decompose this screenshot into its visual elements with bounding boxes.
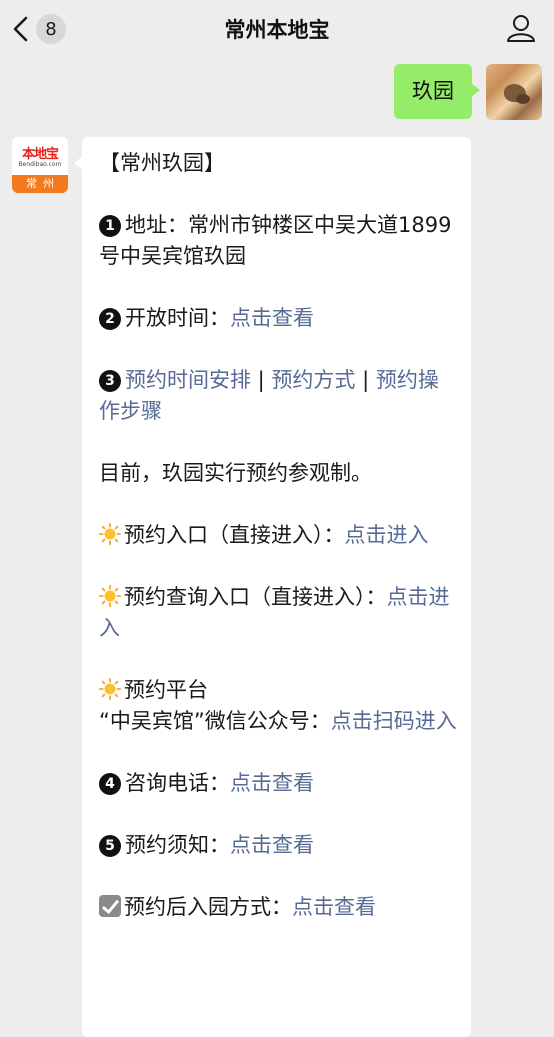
platform-label: 预约平台 <box>124 678 208 702</box>
phone-link[interactable]: 点击查看 <box>230 771 314 795</box>
number-1-icon: 1 <box>99 215 121 237</box>
hours-item: 2 开放时间：点击查看 <box>99 303 457 334</box>
top-bar: 8 常州本地宝 <box>0 0 554 58</box>
entry-label: 预约入口（直接进入）： <box>124 523 345 547</box>
address-item: 1 地址：常州市钟楼区中吴大道1899号中吴宾馆玖园 <box>99 210 457 272</box>
separator: | <box>355 368 376 392</box>
incoming-bubble: 【常州玖园】 1 地址：常州市钟楼区中吴大道1899号中吴宾馆玖园 2 开放时间：点… <box>74 137 471 1037</box>
number-3-icon: 3 <box>99 370 121 392</box>
admission-item: 预约后入园方式：点击查看 <box>99 892 457 923</box>
entry-item: 预约入口（直接进入）：点击进入 <box>99 520 457 551</box>
profile-button[interactable] <box>506 13 536 47</box>
sun-icon <box>99 678 121 700</box>
sun-icon <box>99 585 121 607</box>
reservation-links-item: 3 预约时间安排 | 预约方式 | 预约操作步骤 <box>99 365 457 427</box>
message-title: 【常州玖园】 <box>99 151 225 175</box>
admission-link[interactable]: 点击查看 <box>292 895 376 919</box>
checkbox-icon <box>99 895 121 917</box>
number-2-icon: 2 <box>99 308 121 330</box>
hours-link[interactable]: 点击查看 <box>230 306 314 330</box>
address-label: 地址： <box>125 213 188 237</box>
rules-label: 预约须知： <box>125 833 230 857</box>
schedule-link[interactable]: 预约时间安排 <box>125 368 251 392</box>
avatar-brand-url: Bendibao.com <box>18 161 62 168</box>
user-avatar[interactable] <box>486 64 542 120</box>
number-4-icon: 4 <box>99 773 121 795</box>
number-5-icon: 5 <box>99 835 121 857</box>
outgoing-bubble[interactable]: 玖园 <box>394 64 480 119</box>
sun-icon <box>99 523 121 545</box>
rules-item: 5 预约须知：点击查看 <box>99 830 457 861</box>
avatar-brand-name: 本地宝 <box>21 147 59 162</box>
platform-item: 预约平台 “中吴宾馆”微信公众号：点击扫码进入 <box>99 675 457 737</box>
phone-item: 4 咨询电话：点击查看 <box>99 768 457 799</box>
hours-label: 开放时间： <box>125 306 230 330</box>
rules-link[interactable]: 点击查看 <box>230 833 314 857</box>
platform-link[interactable]: 点击扫码进入 <box>331 709 457 733</box>
admission-label: 预约后入园方式： <box>124 895 292 919</box>
entry-link[interactable]: 点击进入 <box>345 523 429 547</box>
query-label: 预约查询入口（直接进入）： <box>124 585 387 609</box>
separator: | <box>251 368 272 392</box>
notice-text: 目前，玖园实行预约参观制。 <box>99 461 372 485</box>
avatar-city-label: 常州 <box>12 175 68 193</box>
outgoing-message: 玖园 <box>394 64 542 120</box>
official-account-avatar[interactable]: 本地宝 Bendibao.com 常州 <box>12 137 68 193</box>
query-item: 预约查询入口（直接进入）：点击进入 <box>99 582 457 644</box>
platform-detail: “中吴宾馆”微信公众号： <box>99 709 331 733</box>
phone-label: 咨询电话： <box>125 771 230 795</box>
method-link[interactable]: 预约方式 <box>271 368 355 392</box>
chat-title: 常州本地宝 <box>224 18 330 42</box>
user-icon <box>507 15 535 42</box>
